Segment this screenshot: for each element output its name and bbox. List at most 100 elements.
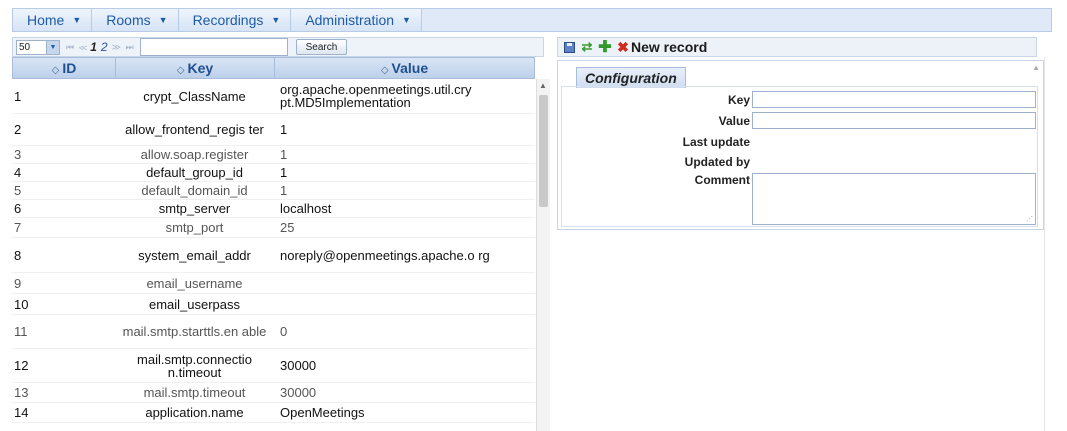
cell-value: 0: [280, 324, 288, 339]
key-label: Key: [727, 92, 750, 107]
table-row[interactable]: 6 smtp_server localhost: [12, 200, 535, 218]
last-update-label: Last update: [682, 135, 750, 149]
chevron-down-icon: ▼: [72, 15, 82, 25]
table-row[interactable]: 11 mail.smtp.starttls.en able 0: [12, 315, 535, 349]
cell-key: smtp_server: [158, 201, 231, 216]
cell-value: 1: [280, 165, 288, 180]
column-header-id[interactable]: ◇ ID: [13, 58, 116, 78]
form-body: Key Value Last update Updated by Comment…: [561, 86, 1038, 227]
cell-key: email_username: [146, 275, 243, 291]
cell-id: 1: [14, 88, 22, 104]
cell-key: mail.smtp.timeout: [143, 385, 246, 400]
scrollbar-thumb[interactable]: [539, 95, 548, 207]
menu-administration[interactable]: Administration ▼: [291, 9, 422, 31]
column-header-key-label: Key: [187, 60, 214, 76]
page-size-select[interactable]: 50 ▼: [16, 39, 60, 55]
cell-value: localhost: [280, 201, 332, 216]
cell-key: smtp_port: [165, 220, 224, 235]
cell-value: 1: [280, 183, 288, 198]
table-row[interactable]: 14 application.name OpenMeetings: [12, 403, 535, 423]
cell-key: system_email_addr: [138, 247, 251, 263]
value-row: Value: [562, 112, 1036, 129]
key-field[interactable]: [752, 91, 1036, 108]
scroll-up-icon[interactable]: ▲: [1032, 63, 1040, 72]
grid-scrollbar[interactable]: ▲: [536, 79, 550, 431]
menu-recordings[interactable]: Recordings ▼: [178, 9, 292, 31]
updated-by-row: Updated by: [562, 155, 752, 169]
cell-id: 7: [14, 220, 22, 235]
key-row: Key: [562, 91, 1036, 108]
table-row[interactable]: 5 default_domain_id 1: [12, 182, 535, 200]
scroll-up-icon[interactable]: ▲: [539, 81, 547, 90]
cell-id: 10: [14, 296, 29, 312]
sort-icon: ◇: [380, 65, 389, 76]
menu-home-label: Home: [27, 12, 65, 28]
configuration-form: Configuration ▲ Key Value Last update Up…: [557, 60, 1044, 230]
cell-key: application.name: [145, 405, 244, 420]
cell-value: noreply@openmeetings.apache.o rg: [280, 247, 490, 263]
add-icon[interactable]: ✚: [598, 39, 612, 56]
grid-header: ◇ ID ◇ Key ◇ Value: [12, 57, 535, 79]
cell-id: 3: [14, 147, 22, 162]
cell-id: 9: [14, 275, 22, 291]
table-row[interactable]: 13 mail.smtp.timeout 30000: [12, 383, 535, 403]
menu-recordings-label: Recordings: [192, 12, 264, 28]
page-scrollbar[interactable]: [1044, 57, 1045, 431]
column-header-value[interactable]: ◇ Value: [275, 58, 534, 78]
cell-id: 8: [14, 247, 22, 263]
value-field[interactable]: [752, 112, 1036, 129]
menu-rooms[interactable]: Rooms ▼: [92, 9, 179, 31]
search-input[interactable]: [139, 38, 288, 56]
cell-id: 5: [14, 183, 22, 198]
menu-administration-label: Administration: [305, 12, 395, 28]
tab-configuration[interactable]: Configuration: [576, 67, 686, 88]
column-header-key[interactable]: ◇ Key: [116, 58, 275, 78]
table-row[interactable]: 1 crypt_ClassName org.apache.openmeeting…: [12, 79, 535, 114]
cell-value: OpenMeetings: [280, 405, 365, 420]
table-row[interactable]: 4 default_group_id 1: [12, 164, 535, 182]
cell-key: mail.smtp.connectio n.timeout: [137, 351, 252, 380]
save-icon[interactable]: [562, 40, 576, 54]
chevron-down-icon: ▼: [158, 15, 168, 25]
refresh-icon[interactable]: ⇄: [580, 39, 594, 54]
cell-value: 30000: [280, 385, 317, 400]
search-button[interactable]: Search: [295, 39, 348, 55]
delete-icon[interactable]: ✖: [616, 39, 630, 55]
cell-id: 14: [14, 405, 29, 420]
cell-value: 25: [280, 220, 295, 235]
table-row[interactable]: 2 allow_frontend_regis ter 1: [12, 114, 535, 146]
menu-home[interactable]: Home ▼: [13, 9, 93, 31]
sort-icon: ◇: [176, 65, 185, 76]
page-link-2[interactable]: 2: [101, 40, 108, 54]
form-toolbar: ⇄ ✚ ✖ New record: [557, 37, 1037, 57]
new-record-label[interactable]: New record: [631, 39, 707, 55]
cell-id: 13: [14, 385, 29, 400]
sort-icon: ◇: [51, 65, 60, 76]
comment-label: Comment: [694, 173, 750, 187]
page-link-1[interactable]: 1: [90, 40, 97, 54]
cell-key: default_group_id: [146, 165, 243, 180]
updated-by-label: Updated by: [684, 155, 750, 169]
table-row[interactable]: 9 email_username: [12, 273, 535, 294]
column-header-value-label: Value: [391, 60, 429, 76]
next-last-page-icons[interactable]: ≫ ⏭: [112, 42, 135, 53]
first-prev-page-icons[interactable]: ⏮ ≪: [66, 42, 88, 53]
cell-value: 30000: [280, 358, 317, 373]
chevron-down-icon: ▼: [46, 40, 59, 54]
cell-value: 1: [280, 147, 288, 162]
cell-id: 6: [14, 201, 22, 216]
table-row[interactable]: 3 allow.soap.register 1: [12, 146, 535, 164]
table-row[interactable]: 7 smtp_port 25: [12, 218, 535, 238]
chevron-down-icon: ▼: [271, 15, 281, 25]
cell-value: 1: [280, 122, 288, 137]
cell-id: 4: [14, 165, 22, 180]
table-row[interactable]: 12 mail.smtp.connectio n.timeout 30000: [12, 349, 535, 383]
cell-key: mail.smtp.starttls.en able: [122, 324, 267, 339]
cell-key: allow_frontend_regis ter: [125, 122, 264, 137]
main-menu-bar: Home ▼ Rooms ▼ Recordings ▼ Administrati…: [12, 8, 1052, 32]
config-table: 1 crypt_ClassName org.apache.openmeeting…: [12, 79, 535, 431]
comment-field[interactable]: ⋰: [752, 173, 1036, 225]
table-row[interactable]: 8 system_email_addr noreply@openmeetings…: [12, 238, 535, 273]
resize-grip-icon[interactable]: ⋰: [1026, 215, 1033, 223]
table-row[interactable]: 10 email_userpass: [12, 294, 535, 315]
